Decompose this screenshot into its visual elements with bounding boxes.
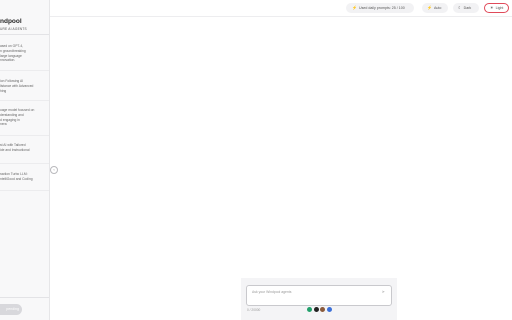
brand-subtitle: URE AI AGENTS [0,27,27,31]
theme-auto-label: Auto [433,6,442,10]
theme-dark-button[interactable]: ☾ Dark [453,3,479,13]
sidebar-agent-item[interactable]: ased on GPT-4, n groundbreaking large la… [0,44,46,63]
sidebar-agent-item[interactable]: st AI with Tailored ide and Instructiona… [0,143,46,153]
chevron-left-icon: ‹ [53,167,55,172]
bolt-icon: ⚡ [352,5,357,10]
model-icon-brown[interactable] [320,307,325,312]
status-button[interactable]: pending [0,304,22,315]
usage-badge: ⚡ Used daily prompts: 25 / 100 [346,3,414,13]
theme-light-label: Light [495,6,504,10]
model-icon-green[interactable] [307,307,312,312]
brand-title: ndpool [0,18,22,25]
sidebar-agent-item[interactable]: ion Following AI listance with Advanced … [0,79,46,93]
sidebar: ndpool URE AI AGENTS ased on GPT-4, n gr… [0,0,50,320]
bolt-icon: ⚡ [427,5,432,10]
model-icons [307,299,333,312]
theme-dark-label: Dark [463,6,472,10]
character-counter: 0 / 20000 [247,308,261,312]
usage-label: Used daily prompts: 25 / 100 [358,6,405,10]
theme-light-button[interactable]: ☀ Light [484,3,509,13]
divider [0,135,49,136]
divider [0,190,49,191]
divider [0,34,49,35]
prompt-input[interactable]: Ask your Windpool agents ➤ [246,285,392,312]
sun-icon: ☀ [490,5,494,10]
divider [0,70,49,71]
prompt-placeholder: Ask your Windpool agents [252,290,292,294]
moon-icon: ☾ [458,5,462,10]
model-icon-blue[interactable] [326,307,332,312]
send-icon[interactable]: ➤ [382,289,385,294]
divider [0,100,49,101]
model-icon-dark[interactable] [313,307,319,312]
collapse-sidebar-button[interactable]: ‹ [50,166,58,174]
divider [0,163,49,164]
sidebar-agent-item[interactable]: uage model focused on derstanding and d … [0,108,46,127]
sidebar-agent-item[interactable]: raction Turbo LLM: ntelliGood and Coding [0,172,46,182]
theme-auto-button[interactable]: ⚡ Auto [422,3,448,13]
divider [0,297,49,298]
